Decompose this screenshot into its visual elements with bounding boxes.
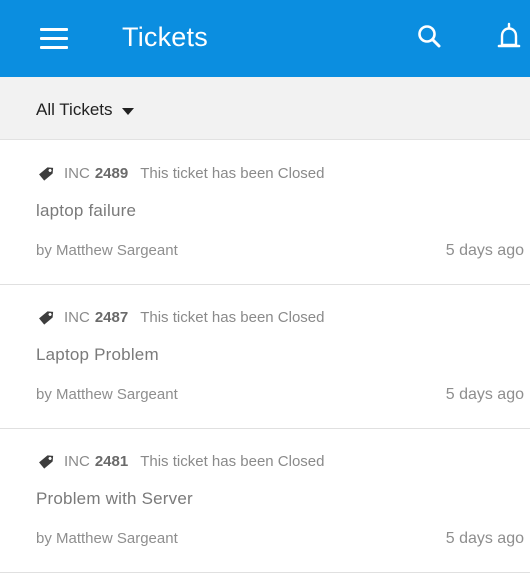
ticket-status: This ticket has been Closed: [140, 164, 325, 182]
ticket-type: INC: [64, 308, 90, 326]
tag-icon: [39, 311, 54, 325]
ticket-author: by Matthew Sargeant: [36, 242, 178, 259]
menu-button[interactable]: [36, 24, 76, 54]
ticket-list-item[interactable]: INC 2487 This ticket has been Closed Lap…: [0, 285, 530, 429]
tag-icon: [39, 167, 54, 181]
caret-down-icon: [121, 107, 134, 115]
ticket-timestamp: 5 days ago: [445, 530, 524, 547]
page-title: Tickets: [122, 22, 208, 52]
ticket-filter-dropdown[interactable]: All Tickets: [36, 97, 134, 123]
app-bar: Tickets: [0, 0, 530, 77]
filter-bar: All Tickets: [0, 77, 530, 140]
filter-label: All Tickets: [36, 100, 113, 119]
ticket-status: This ticket has been Closed: [140, 308, 325, 326]
ticket-number: 2487: [94, 308, 129, 326]
ticket-author: by Matthew Sargeant: [36, 386, 178, 403]
ticket-list-item[interactable]: INC 2481 This ticket has been Closed Pro…: [0, 429, 530, 573]
ticket-author: by Matthew Sargeant: [36, 530, 178, 547]
ticket-timestamp: 5 days ago: [445, 386, 524, 403]
bell-icon: [497, 22, 521, 48]
ticket-number: 2481: [94, 452, 129, 470]
ticket-type: INC: [64, 452, 90, 470]
search-icon: [418, 25, 441, 48]
ticket-subject: Laptop Problem: [36, 345, 159, 364]
ticket-list: INC 2489 This ticket has been Closed lap…: [0, 141, 530, 573]
ticket-meta: INC 2487 This ticket has been Closed: [36, 308, 324, 326]
ticket-timestamp: 5 days ago: [445, 242, 524, 259]
ticket-meta: INC 2489 This ticket has been Closed: [36, 164, 324, 182]
ticket-list-item[interactable]: INC 2489 This ticket has been Closed lap…: [0, 141, 530, 285]
ticket-status: This ticket has been Closed: [140, 452, 325, 470]
search-button[interactable]: [414, 22, 446, 54]
ticket-subject: laptop failure: [36, 201, 137, 220]
ticket-meta: INC 2481 This ticket has been Closed: [36, 452, 324, 470]
notifications-button[interactable]: [492, 20, 526, 56]
ticket-number: 2489: [94, 164, 129, 182]
ticket-type: INC: [64, 164, 90, 182]
tag-icon: [39, 455, 54, 469]
ticket-subject: Problem with Server: [36, 489, 193, 508]
